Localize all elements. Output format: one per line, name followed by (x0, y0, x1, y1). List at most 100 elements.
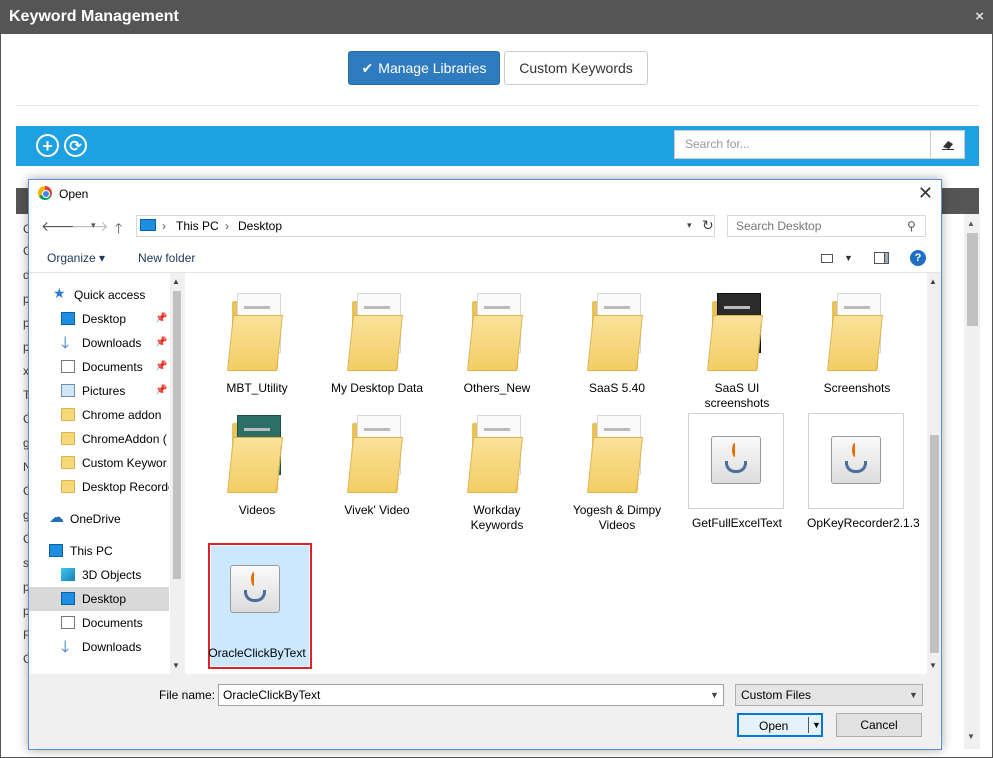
nav-item-chrome-addon[interactable]: Chrome addon (29, 403, 169, 427)
folder-item[interactable]: Videos (207, 413, 307, 533)
nav-item-label: Documents (82, 360, 143, 374)
keyword-search-input[interactable]: Search for... (674, 130, 930, 159)
nav-item-custom-keywor[interactable]: Custom Keywor (29, 451, 169, 475)
nav-item-onedrive[interactable]: ☁ OneDrive (29, 507, 169, 531)
nav-item-desktop-recorde[interactable]: Desktop Recorde (29, 475, 169, 499)
modal-title: Keyword Management (9, 8, 179, 25)
new-folder-button[interactable]: New folder (138, 251, 195, 265)
nav-item-this-pc[interactable]: This PC (29, 539, 169, 563)
nav-item-label: OneDrive (70, 512, 121, 526)
nav-item-pictures[interactable]: Pictures 📌 (29, 379, 169, 403)
view-options-chevron-icon[interactable]: ▼ (844, 253, 853, 263)
file-name-label: My Desktop Data (330, 381, 424, 395)
keyword-toolbar: + ⟳ Search for... (16, 126, 979, 166)
nav-item-downloads[interactable]: 🡓 Downloads 📌 (29, 331, 169, 355)
preview-pane-icon[interactable] (874, 252, 889, 264)
dialog-close-icon[interactable]: ✕ (918, 183, 933, 204)
folder-icon (61, 480, 75, 493)
pin-icon: 📌 (155, 361, 168, 372)
scroll-down-icon[interactable]: ▼ (967, 732, 975, 741)
file-name-label: Workday Keywords (470, 503, 524, 532)
nav-item-label: Desktop (82, 592, 127, 606)
nav-item-documents[interactable]: Documents (29, 611, 169, 635)
pictures-icon (61, 384, 75, 397)
open-button[interactable]: Open ▼ (737, 713, 823, 737)
up-arrow-icon[interactable]: 🡑 (115, 218, 122, 242)
add-icon[interactable]: + (36, 134, 59, 157)
nav-item-label: Chrome addon (82, 408, 162, 422)
download-icon: 🡓 (61, 335, 70, 352)
nav-item-label: Downloads (82, 640, 142, 654)
address-history-chevron-icon[interactable]: ▾ (687, 220, 692, 231)
folder-icon (340, 291, 414, 373)
folder-icon (460, 413, 534, 495)
view-options-icon[interactable] (821, 254, 833, 263)
file-name-input[interactable]: OracleClickByText (218, 684, 724, 706)
manage-libraries-button[interactable]: ✔ Manage Libraries (348, 51, 500, 85)
file-item[interactable]: OracleClickByText (207, 543, 307, 663)
custom-keywords-button[interactable]: Custom Keywords (504, 51, 648, 85)
nav-item-label: Documents (82, 616, 143, 630)
refresh-icon[interactable]: ⟳ (64, 134, 87, 157)
search-desktop-input[interactable]: Search Desktop (727, 215, 926, 237)
nav-item-downloads[interactable]: 🡓 Downloads (29, 635, 169, 659)
breadcrumb-this-pc[interactable]: This PC (176, 219, 219, 233)
nav-item-3d-objects[interactable]: 3D Objects (29, 563, 169, 587)
nav-item-documents[interactable]: Documents 📌 (29, 355, 169, 379)
nav-scroll-thumb[interactable] (173, 291, 181, 579)
folder-item[interactable]: My Desktop Data (327, 291, 427, 411)
nav-item-label: Downloads (82, 336, 142, 350)
cancel-button[interactable]: Cancel (836, 713, 922, 737)
scroll-down-icon[interactable]: ▼ (929, 661, 937, 670)
refresh-icon[interactable]: ↻ (702, 217, 714, 234)
file-name-label: Others_New (463, 381, 531, 395)
folder-item[interactable]: Vivek' Video (327, 413, 427, 533)
file-name-label: GetFullExcelText (691, 516, 783, 530)
eraser-icon[interactable] (930, 130, 965, 159)
nav-item-desktop[interactable]: Desktop (29, 587, 169, 611)
folder-icon (220, 291, 294, 373)
folder-icon (61, 408, 75, 421)
folder-item[interactable]: SaaS 5.40 (567, 291, 667, 411)
open-button-label: Open (759, 719, 789, 733)
file-name-label: SaaS 5.40 (588, 381, 646, 395)
file-scroll-thumb[interactable] (930, 435, 939, 653)
pin-icon: 📌 (155, 313, 168, 324)
folder-item[interactable]: Screenshots (807, 291, 907, 411)
file-item[interactable]: GetFullExcelText (687, 413, 787, 533)
file-item[interactable]: OpKeyRecorder2.1.3 (807, 413, 920, 533)
scroll-up-icon[interactable]: ▲ (967, 219, 975, 228)
folder-item[interactable]: Yogesh & Dimpy Videos (567, 413, 667, 533)
address-bar[interactable]: › This PC › Desktop ▾ ↻ (136, 215, 715, 237)
navigation-pane: ★ Quick access Desktop 📌 🡓 Downloads 📌 Document… (29, 273, 184, 674)
modal-close-icon[interactable]: × (975, 8, 984, 25)
scroll-down-icon[interactable]: ▼ (172, 661, 180, 670)
file-type-select[interactable]: Custom Files (735, 684, 923, 706)
help-icon[interactable]: ? (910, 250, 926, 266)
manage-libraries-label: Manage Libraries (378, 60, 487, 76)
folder-item[interactable]: Workday Keywords (447, 413, 547, 533)
scroll-up-icon[interactable]: ▲ (172, 277, 180, 286)
address-row: 🡐 🡒 ▾ 🡑 › This PC › Desktop ▾ ↻ Search D… (29, 209, 941, 243)
forward-arrow-icon[interactable]: 🡒 (71, 218, 109, 235)
nav-item-quick-access[interactable]: ★ Quick access (29, 283, 169, 307)
scroll-up-icon[interactable]: ▲ (929, 277, 937, 286)
folder-item[interactable]: SaaS UI screenshots (687, 291, 787, 411)
nav-item-label: Desktop Recorde (82, 480, 169, 494)
background-scroll-thumb[interactable] (967, 233, 978, 326)
file-name-label: Yogesh & Dimpy Videos (572, 503, 662, 532)
nav-item-chromeaddon[interactable]: ChromeAddon ( (29, 427, 169, 451)
open-options-chevron-icon[interactable]: ▼ (812, 720, 821, 730)
nav-item-desktop[interactable]: Desktop 📌 (29, 307, 169, 331)
file-name-chevron-icon[interactable]: ▼ (710, 690, 719, 700)
organize-button[interactable]: Organize ▾ (47, 251, 105, 265)
pin-icon: 📌 (155, 385, 168, 396)
chrome-icon (38, 186, 52, 200)
breadcrumb-desktop[interactable]: Desktop (238, 219, 282, 233)
folder-item[interactable]: Others_New (447, 291, 547, 411)
file-type-chevron-icon[interactable]: ▼ (909, 690, 918, 700)
recent-locations-chevron-icon[interactable]: ▾ (91, 220, 96, 231)
folder-icon (580, 413, 654, 495)
folder-item[interactable]: MBT_Utility (207, 291, 307, 411)
nav-item-label: Desktop (82, 312, 127, 326)
